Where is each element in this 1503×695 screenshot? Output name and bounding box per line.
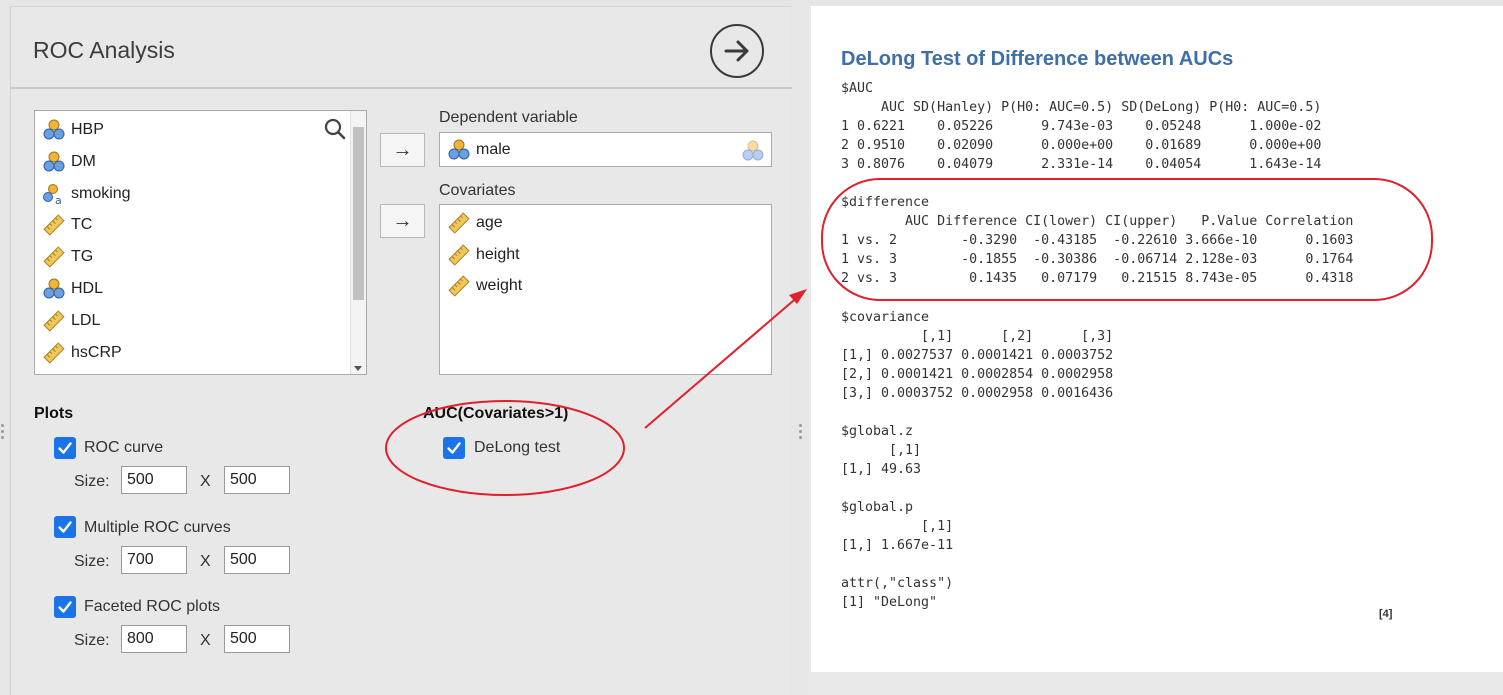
nominal-variable-icon [42, 118, 66, 142]
faceted-roc-height-input[interactable] [224, 625, 290, 653]
variable-item-hscrp[interactable]: hsCRP [42, 340, 122, 366]
move-to-covariates-button[interactable]: → [380, 204, 425, 238]
faceted-roc-plots-label: Faceted ROC plots [84, 598, 221, 615]
panel-title: ROC Analysis [33, 37, 175, 63]
variable-name: TC [71, 216, 93, 234]
checkmark-icon [58, 521, 72, 533]
plots-section-title: Plots [34, 405, 74, 422]
covariates-label: Covariates [439, 182, 516, 199]
variable-item-hbp[interactable]: HBP [42, 117, 104, 143]
run-analysis-button[interactable] [710, 24, 764, 78]
variable-list-scrollbar[interactable] [350, 111, 366, 374]
variable-item-ldl[interactable]: LDL [42, 308, 100, 334]
dependent-variable-name: male [476, 141, 511, 158]
variable-list[interactable]: HBP DM a smoking TC TG HDL LDL hsCRP [34, 110, 367, 375]
continuous-variable-icon [447, 274, 471, 298]
multiple-roc-curves-label: Multiple ROC curves [84, 519, 231, 536]
covariate-item-age[interactable]: age [447, 210, 503, 236]
variable-name: smoking [71, 184, 131, 202]
covariates-box[interactable]: age height weight [439, 204, 772, 375]
variable-item-hdl[interactable]: HDL [42, 276, 103, 302]
options-panel: ROC Analysis HBP DM a smoking TC TG HDL LDL hsCR… [10, 6, 792, 695]
variable-item-smoking[interactable]: a smoking [42, 181, 131, 207]
continuous-variable-icon [42, 309, 66, 333]
delong-test-label: DeLong test [474, 439, 561, 456]
auc-section-title: AUC(Covariates>1) [423, 405, 569, 422]
checkmark-icon [58, 442, 72, 454]
variable-name: TG [71, 248, 94, 266]
roc-curve-checkbox[interactable] [54, 437, 76, 459]
variable-name: LDL [71, 311, 101, 329]
covariate-name: age [476, 214, 503, 231]
roc-curve-x-label: X [200, 473, 211, 490]
panel-splitter-handle[interactable] [799, 424, 803, 442]
multiple-roc-size-label: Size: [74, 553, 110, 570]
delong-output-text: $AUC AUC SD(Hanley) P(H0: AUC=0.5) SD(De… [841, 81, 1354, 611]
roc-curve-width-input[interactable] [121, 466, 187, 494]
annotation-arrowhead [789, 289, 807, 304]
move-to-dependent-button[interactable]: → [380, 133, 425, 167]
covariate-item-height[interactable]: height [447, 242, 520, 268]
continuous-variable-icon [42, 245, 66, 269]
title-divider [11, 87, 792, 89]
nominal-variable-icon [42, 150, 66, 174]
roc-curve-label: ROC curve [84, 439, 164, 456]
checkmark-icon [447, 442, 461, 454]
search-icon[interactable] [324, 118, 346, 140]
svg-text:a: a [55, 194, 62, 206]
variable-name: HDL [71, 280, 104, 297]
scroll-down-arrow-icon[interactable] [354, 366, 362, 371]
nominal-type-hint-icon [742, 140, 764, 161]
continuous-variable-icon [447, 211, 471, 235]
left-splitter-handle[interactable] [1, 424, 5, 442]
multiple-roc-width-input[interactable] [121, 546, 187, 574]
variable-name: HBP [71, 121, 104, 138]
variable-item-dm[interactable]: DM [42, 149, 96, 175]
multiple-roc-height-input[interactable] [224, 546, 290, 574]
continuous-variable-icon [447, 243, 471, 267]
variable-name: DM [71, 152, 96, 170]
checkmark-icon [58, 601, 72, 613]
variable-item-tc[interactable]: TC [42, 212, 92, 238]
scrollbar-thumb[interactable] [353, 127, 364, 300]
nominal-variable-icon [447, 138, 471, 162]
multiple-roc-x-label: X [200, 553, 211, 570]
faceted-roc-x-label: X [200, 632, 211, 649]
roc-curve-height-input[interactable] [224, 466, 290, 494]
covariate-name: height [476, 245, 520, 263]
results-panel: DeLong Test of Difference between AUCs $… [808, 6, 1503, 695]
results-page: DeLong Test of Difference between AUCs $… [811, 6, 1503, 672]
roc-curve-size-label: Size: [74, 473, 110, 490]
page-reference: [4] [1379, 608, 1393, 620]
covariate-item-weight[interactable]: weight [447, 273, 522, 299]
dependent-variable-label: Dependent variable [439, 109, 578, 126]
variable-name: hsCRP [71, 343, 122, 361]
nominal-text-variable-icon: a [42, 182, 66, 207]
nominal-variable-icon [42, 277, 66, 301]
delong-test-checkbox[interactable] [443, 437, 465, 459]
faceted-roc-width-input[interactable] [121, 625, 187, 653]
arrow-right-circle-icon [724, 40, 749, 62]
covariate-name: weight [476, 277, 523, 294]
faceted-roc-size-label: Size: [74, 632, 110, 649]
dependent-variable-box[interactable]: male [439, 132, 772, 167]
multiple-roc-curves-checkbox[interactable] [54, 516, 76, 538]
continuous-variable-icon [42, 213, 66, 237]
faceted-roc-plots-checkbox[interactable] [54, 596, 76, 618]
results-title: DeLong Test of Difference between AUCs [841, 48, 1234, 70]
continuous-variable-icon [42, 341, 66, 365]
dependent-item[interactable]: male [447, 137, 511, 163]
variable-item-tg[interactable]: TG [42, 244, 93, 270]
